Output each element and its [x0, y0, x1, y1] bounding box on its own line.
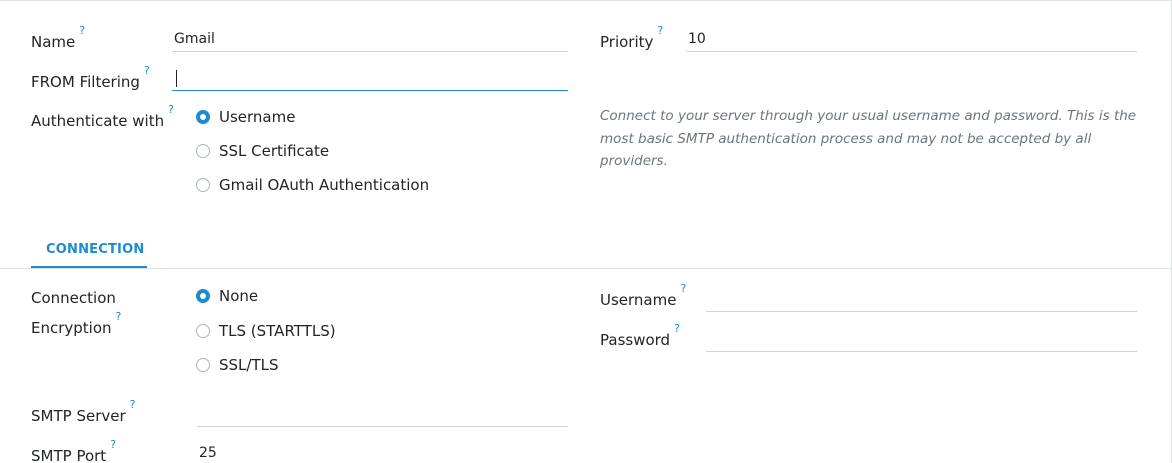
auth-option-label: Username — [219, 108, 296, 126]
smtp-port-label: SMTP Port? — [31, 438, 116, 463]
encryption-option-none[interactable]: None — [196, 285, 258, 307]
from-filtering-label-text: FROM Filtering — [31, 73, 140, 91]
authenticate-help-icon[interactable]: ? — [168, 103, 174, 116]
from-filtering-label: FROM Filtering? — [31, 64, 150, 92]
radio-checked-icon[interactable] — [196, 289, 210, 303]
encryption-help-icon[interactable]: ? — [116, 310, 122, 323]
text-caret — [176, 69, 177, 87]
password-input[interactable] — [706, 328, 1137, 352]
username-input[interactable] — [706, 288, 1137, 312]
smtp-server-label: SMTP Server? — [31, 398, 135, 426]
tab-divider — [0, 268, 1172, 269]
smtp-port-help-icon[interactable]: ? — [110, 438, 116, 451]
name-help-icon[interactable]: ? — [79, 24, 85, 37]
smtp-server-help-icon[interactable]: ? — [130, 398, 136, 411]
mail-server-form: Name? Gmail Priority? 10 FROM Filtering?… — [0, 0, 1172, 463]
smtp-server-input[interactable] — [197, 403, 568, 427]
encryption-option-label: SSL/TLS — [219, 356, 279, 374]
encryption-option-label: TLS (STARTTLS) — [219, 322, 336, 340]
username-label-text: Username — [600, 291, 677, 309]
authenticate-with-label-text: Authenticate with — [31, 112, 165, 130]
from-filtering-input[interactable] — [172, 67, 568, 91]
radio-checked-icon[interactable] — [196, 110, 210, 124]
auth-option-label: SSL Certificate — [219, 142, 330, 160]
connection-encryption-label-text: Connection Encryption — [31, 289, 116, 337]
tab-connection[interactable]: CONNECTION — [46, 242, 144, 257]
auth-hint-text: Connect to your server through your usua… — [600, 108, 1137, 169]
radio-unchecked-icon[interactable] — [196, 324, 210, 338]
name-input[interactable]: Gmail — [172, 28, 568, 52]
encryption-option-ssl-tls[interactable]: SSL/TLS — [196, 354, 279, 376]
username-label: Username? — [600, 282, 686, 310]
smtp-server-label-text: SMTP Server — [31, 407, 126, 425]
radio-unchecked-icon[interactable] — [196, 178, 210, 192]
password-label-text: Password — [600, 331, 671, 349]
priority-label: Priority? — [600, 24, 663, 52]
connection-encryption-label: Connection Encryption? — [31, 286, 171, 341]
username-help-icon[interactable]: ? — [680, 282, 686, 295]
auth-option-label: Gmail OAuth Authentication — [219, 176, 430, 194]
encryption-option-label: None — [219, 287, 259, 305]
password-label: Password? — [600, 322, 680, 350]
from-filtering-help-icon[interactable]: ? — [144, 64, 150, 77]
radio-unchecked-icon[interactable] — [196, 144, 210, 158]
password-help-icon[interactable]: ? — [674, 322, 680, 335]
priority-help-icon[interactable]: ? — [657, 24, 663, 37]
authenticate-with-label: Authenticate with? — [31, 103, 174, 131]
name-label-text: Name — [31, 33, 76, 51]
auth-option-username[interactable]: Username — [196, 106, 295, 128]
radio-unchecked-icon[interactable] — [196, 358, 210, 372]
smtp-port-label-text: SMTP Port — [31, 447, 107, 463]
encryption-option-tls[interactable]: TLS (STARTTLS) — [196, 320, 336, 342]
auth-option-gmail-oauth[interactable]: Gmail OAuth Authentication — [196, 174, 429, 196]
name-label: Name? — [31, 24, 85, 52]
priority-input[interactable]: 10 — [686, 28, 1137, 52]
priority-label-text: Priority — [600, 33, 654, 51]
auth-option-ssl-certificate[interactable]: SSL Certificate — [196, 140, 329, 162]
smtp-port-input[interactable]: 25 — [197, 442, 568, 463]
